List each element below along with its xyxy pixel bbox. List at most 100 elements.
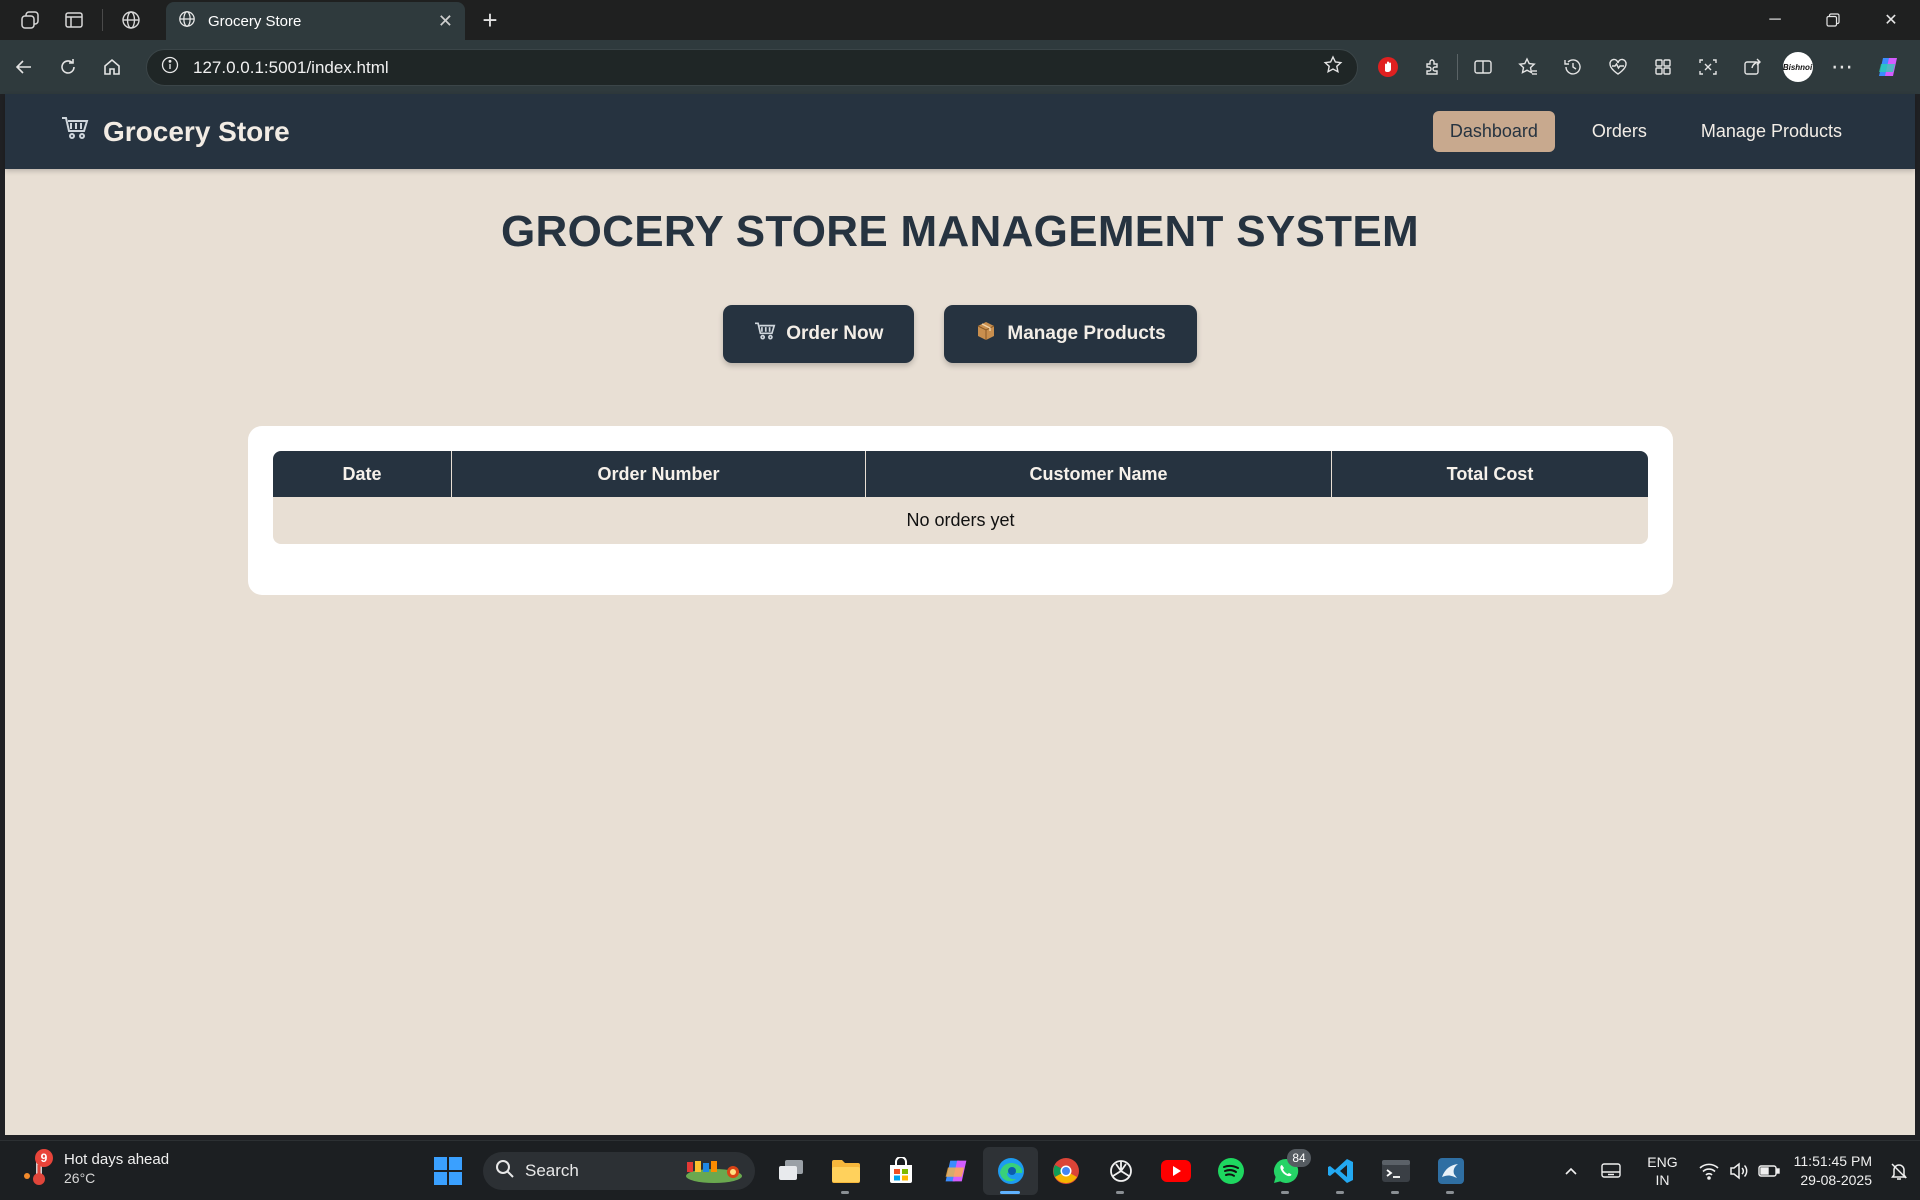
tab-grocery-store[interactable]: Grocery Store ✕	[166, 2, 465, 40]
browser-titlebar: Grocery Store ✕ + ─ ✕	[0, 0, 1920, 40]
screenshot-icon[interactable]	[1685, 45, 1730, 89]
shopping-cart-icon	[754, 321, 776, 347]
taskbar-apps: Search 84	[420, 1147, 1478, 1195]
column-header-order-number[interactable]: Order Number	[452, 451, 866, 497]
spotify-icon[interactable]	[1203, 1147, 1258, 1195]
edge-browser-icon[interactable]	[983, 1147, 1038, 1195]
restore-button[interactable]	[1804, 0, 1862, 40]
workspaces-icon[interactable]	[8, 0, 52, 40]
manage-products-button[interactable]: Manage Products	[944, 305, 1197, 363]
weather-text: Hot days ahead 26°C	[64, 1150, 169, 1188]
shopping-cart-icon	[61, 115, 89, 148]
page-title: GROCERY STORE MANAGEMENT SYSTEM	[501, 207, 1419, 256]
action-buttons: Order Now Manage Products	[5, 305, 1915, 363]
home-button[interactable]	[90, 45, 134, 89]
language-region: IN	[1655, 1172, 1670, 1188]
nav-manage-products[interactable]: Manage Products	[1684, 111, 1859, 152]
orders-card: Date Order Number Customer Name Total Co…	[248, 426, 1673, 595]
chevron-up-icon[interactable]	[1551, 1163, 1591, 1179]
address-bar[interactable]: 127.0.0.1:5001/index.html	[146, 49, 1358, 86]
nav-links: Dashboard Orders Manage Products	[1413, 111, 1859, 152]
extensions-row: Bishnoi ⋯	[1365, 45, 1910, 89]
back-button[interactable]	[2, 45, 46, 89]
brand-name: Grocery Store	[103, 115, 290, 147]
globe-icon[interactable]	[109, 0, 153, 40]
taskbar: 9 Hot days ahead 26°C Search 84 ENG IN 1…	[0, 1140, 1920, 1200]
favorite-star-icon[interactable]	[1323, 55, 1343, 80]
manage-products-label: Manage Products	[1007, 323, 1166, 344]
running-indicator	[841, 1191, 849, 1194]
youtube-icon[interactable]	[1148, 1147, 1203, 1195]
extensions-puzzle-icon[interactable]	[1410, 45, 1455, 89]
active-indicator	[1000, 1191, 1020, 1194]
titlebar-divider	[102, 9, 103, 31]
nav-dashboard[interactable]: Dashboard	[1432, 111, 1555, 152]
notifications-icon[interactable]	[1884, 1161, 1914, 1181]
profile-avatar[interactable]: Bishnoi	[1775, 45, 1820, 89]
taskbar-search[interactable]: Search	[483, 1152, 755, 1190]
nav-orders[interactable]: Orders	[1575, 111, 1664, 152]
vertical-tabs-icon[interactable]	[52, 0, 96, 40]
column-header-total-cost[interactable]: Total Cost	[1332, 451, 1648, 497]
brand[interactable]: Grocery Store	[61, 115, 290, 148]
chatgpt-icon[interactable]	[1093, 1147, 1148, 1195]
window-controls: ─ ✕	[1746, 0, 1920, 40]
clock-date: 29-08-2025	[1800, 1172, 1872, 1188]
favorites-icon[interactable]	[1505, 45, 1550, 89]
whatsapp-icon[interactable]: 84	[1258, 1147, 1313, 1195]
running-indicator	[1446, 1191, 1454, 1194]
whatsapp-unread-badge: 84	[1287, 1149, 1311, 1167]
search-icon	[495, 1159, 515, 1184]
copilot-app-icon[interactable]	[928, 1147, 983, 1195]
site-info-icon[interactable]	[161, 56, 179, 79]
task-view-icon[interactable]	[763, 1147, 818, 1195]
close-window-button[interactable]: ✕	[1862, 0, 1920, 40]
clock-time: 11:51:45 PM	[1793, 1153, 1872, 1169]
chrome-icon[interactable]	[1038, 1147, 1093, 1195]
minimize-button[interactable]: ─	[1746, 0, 1804, 40]
browser-toolbar: 127.0.0.1:5001/index.html Bishnoi ⋯	[0, 40, 1920, 94]
tab-favicon-globe-icon	[178, 10, 196, 32]
running-indicator	[1391, 1191, 1399, 1194]
running-indicator	[1116, 1191, 1124, 1194]
mysql-workbench-icon[interactable]	[1423, 1147, 1478, 1195]
clock[interactable]: 11:51:45 PM 29-08-2025	[1794, 1152, 1872, 1190]
vscode-icon[interactable]	[1313, 1147, 1368, 1195]
browser-essentials-icon[interactable]	[1595, 45, 1640, 89]
split-screen-icon[interactable]	[1460, 45, 1505, 89]
column-header-customer-name[interactable]: Customer Name	[866, 451, 1332, 497]
adblock-extension-icon[interactable]	[1365, 45, 1410, 89]
order-now-button[interactable]: Order Now	[723, 305, 915, 363]
wifi-icon[interactable]	[1694, 1162, 1724, 1180]
package-icon	[975, 320, 997, 348]
empty-table-message: No orders yet	[273, 497, 1648, 544]
weather-widget[interactable]: 9 Hot days ahead 26°C	[22, 1149, 169, 1189]
order-now-label: Order Now	[786, 323, 884, 344]
file-explorer-icon[interactable]	[818, 1147, 873, 1195]
language-code: ENG	[1647, 1154, 1678, 1170]
toolbar-divider	[1457, 54, 1458, 80]
table-header-row: Date Order Number Customer Name Total Co…	[273, 451, 1648, 497]
copilot-icon[interactable]	[1865, 45, 1910, 89]
address-url: 127.0.0.1:5001/index.html	[193, 57, 389, 77]
collections-icon[interactable]	[1640, 45, 1685, 89]
search-highlight-image	[681, 1158, 747, 1184]
refresh-button[interactable]	[46, 45, 90, 89]
column-header-date[interactable]: Date	[273, 451, 452, 497]
share-icon[interactable]	[1730, 45, 1775, 89]
weather-alert-badge: 9	[35, 1149, 53, 1167]
history-icon[interactable]	[1550, 45, 1595, 89]
language-indicator[interactable]: ENG IN	[1647, 1153, 1677, 1189]
start-button[interactable]	[420, 1147, 475, 1195]
battery-icon[interactable]	[1754, 1164, 1784, 1178]
terminal-icon[interactable]	[1368, 1147, 1423, 1195]
system-tray: ENG IN 11:51:45 PM 29-08-2025	[1551, 1141, 1920, 1200]
microsoft-store-icon[interactable]	[873, 1147, 928, 1195]
volume-icon[interactable]	[1724, 1162, 1754, 1180]
more-options-icon[interactable]: ⋯	[1820, 45, 1865, 89]
running-indicator	[1281, 1191, 1289, 1194]
touch-keyboard-icon[interactable]	[1591, 1162, 1631, 1180]
new-tab-button[interactable]: +	[470, 0, 510, 40]
tab-close-icon[interactable]: ✕	[438, 11, 453, 32]
orders-table: Date Order Number Customer Name Total Co…	[273, 451, 1648, 544]
